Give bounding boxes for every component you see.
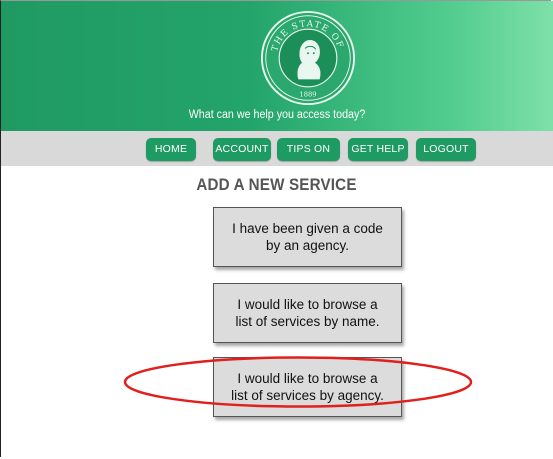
nav-account-button[interactable]: ACCOUNT <box>213 138 271 161</box>
tagline: What can we help you access today? <box>188 109 366 121</box>
nav-logout-button[interactable]: LOGOUT <box>416 138 476 161</box>
option-browse-by-name-button[interactable]: I would like to browse a list of service… <box>213 283 402 343</box>
page-title: ADD A NEW SERVICE <box>196 176 357 194</box>
option-code-by-agency-button[interactable]: I have been given a code by an agency. <box>213 207 402 267</box>
nav-home-button[interactable]: HOME <box>146 138 196 161</box>
header-banner: THE SEAL OF THE STATE OF WASHINGTON 1889… <box>1 1 553 131</box>
nav-bar: HOME ACCOUNT TIPS ON GET HELP LOGOUT <box>1 131 553 166</box>
seal-year: 1889 <box>299 90 316 98</box>
nav-tips-on-button[interactable]: TIPS ON <box>277 138 340 161</box>
nav-get-help-button[interactable]: GET HELP <box>348 138 408 161</box>
state-seal-icon: THE SEAL OF THE STATE OF WASHINGTON 1889 <box>260 10 356 106</box>
highlight-ellipse <box>123 356 473 408</box>
